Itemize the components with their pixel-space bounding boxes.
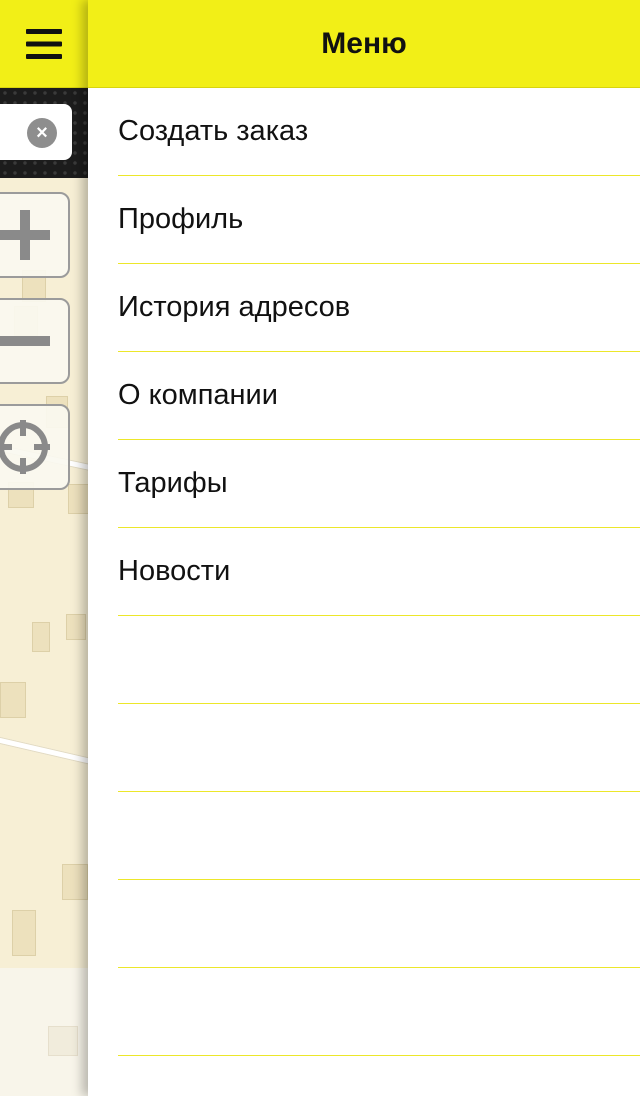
menu-item-create-order[interactable]: Создать заказ xyxy=(118,88,640,176)
map-building xyxy=(12,910,36,956)
menu-item-tariffs[interactable]: Тарифы xyxy=(118,440,640,528)
map-view[interactable]: × xyxy=(0,0,88,1096)
close-icon[interactable]: × xyxy=(27,118,57,148)
side-menu-panel: Меню Создать заказ Профиль История адрес… xyxy=(88,0,640,1096)
map-building xyxy=(62,864,88,900)
map-building xyxy=(68,484,88,514)
menu-header: Меню xyxy=(88,0,640,88)
menu-item-empty xyxy=(118,880,640,968)
menu-item-empty xyxy=(118,968,640,1056)
map-road xyxy=(0,736,88,766)
hamburger-icon xyxy=(26,28,62,59)
zoom-in-button[interactable] xyxy=(0,192,70,278)
zoom-out-icon xyxy=(0,336,50,346)
zoom-out-button[interactable] xyxy=(0,298,70,384)
map-building xyxy=(66,614,86,640)
menu-item-address-history[interactable]: История адресов xyxy=(118,264,640,352)
menu-item-profile[interactable]: Профиль xyxy=(118,176,640,264)
menu-item-news[interactable]: Новости xyxy=(118,528,640,616)
menu-item-empty xyxy=(118,616,640,704)
hamburger-menu-button[interactable] xyxy=(0,0,88,88)
menu-item-about-company[interactable]: О компании xyxy=(118,352,640,440)
menu-list: Создать заказ Профиль История адресов О … xyxy=(88,88,640,1056)
map-building xyxy=(32,622,50,652)
locate-icon xyxy=(0,420,50,474)
zoom-in-icon xyxy=(0,210,50,260)
map-canvas[interactable] xyxy=(0,178,88,968)
locate-me-button[interactable] xyxy=(0,404,70,490)
menu-item-empty xyxy=(118,792,640,880)
menu-title: Меню xyxy=(321,26,407,60)
menu-item-empty xyxy=(118,704,640,792)
map-building xyxy=(48,1026,78,1056)
map-building xyxy=(0,682,26,718)
map-footer-area xyxy=(0,968,88,1096)
